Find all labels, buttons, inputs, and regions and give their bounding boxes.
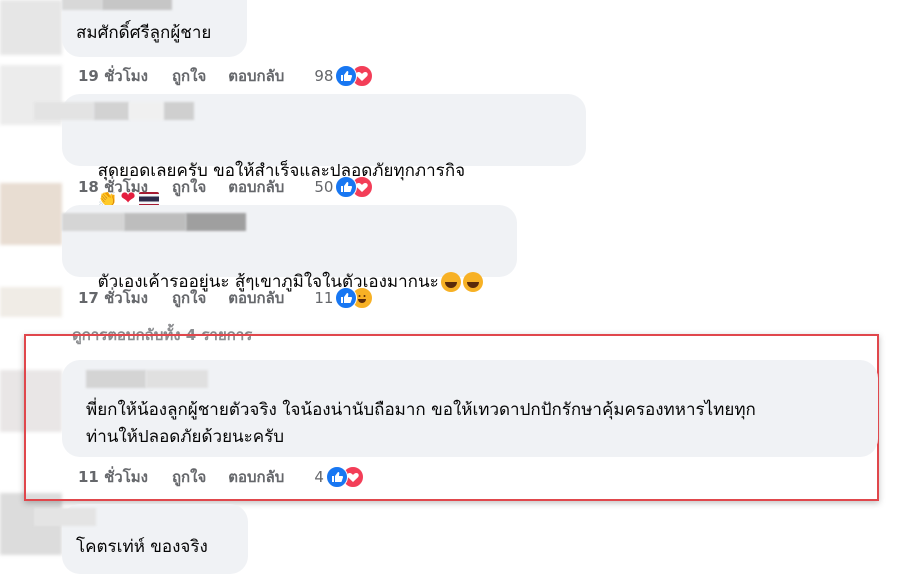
comment-actions: 11 ชั่วโมง ถูกใจ ตอบกลับ 4	[78, 465, 364, 489]
comment-text: ตัวเองเค้ารออยู่นะ สู้ๆเขาภูมิใจในตัวเอง…	[76, 242, 483, 323]
comment-text-line-2: ท่านให้ปลอดภัยด้วยนะครับ	[86, 427, 285, 447]
author-name-redacted[interactable]	[62, 213, 246, 231]
reply-button[interactable]: ตอบกลับ	[228, 286, 284, 310]
reply-button[interactable]: ตอบกลับ	[228, 465, 284, 489]
comment-timestamp[interactable]: 19 ชั่วโมง	[78, 64, 148, 88]
comment-bubble: สุดยอดเลยครับ ขอให้สำเร็จและปลอดภัยทุกภา…	[34, 94, 586, 209]
author-name-redacted[interactable]	[34, 508, 96, 526]
like-button[interactable]: ถูกใจ	[172, 64, 206, 88]
avatar[interactable]	[0, 287, 62, 317]
comment-timestamp[interactable]: 11 ชั่วโมง	[78, 465, 148, 489]
comment-actions: 19 ชั่วโมง ถูกใจ ตอบกลับ 98	[78, 64, 374, 88]
author-name-redacted[interactable]	[86, 370, 208, 388]
laughing-tears-emoji-icon	[440, 272, 461, 292]
laughing-tears-emoji-icon	[462, 272, 483, 292]
comment-text: สมศักดิ์ศรีลูกผู้ชาย	[76, 23, 212, 43]
comment-actions: 17 ชั่วโมง ถูกใจ ตอบกลับ 11	[78, 286, 374, 310]
author-name-redacted[interactable]	[62, 0, 172, 10]
comment-timestamp[interactable]: 17 ชั่วโมง	[78, 286, 148, 310]
comment-timestamp[interactable]: 18 ชั่วโมง	[78, 175, 148, 199]
avatar[interactable]	[0, 183, 62, 245]
comment-bubble: ตัวเองเค้ารออยู่นะ สู้ๆเขาภูมิใจในตัวเอง…	[62, 205, 517, 292]
reaction-count[interactable]: 98	[314, 67, 333, 85]
comment-bubble: สมศักดิ์ศรีลูกผู้ชาย	[62, 0, 247, 57]
avatar[interactable]	[0, 0, 62, 55]
like-button[interactable]: ถูกใจ	[172, 465, 206, 489]
like-button[interactable]: ถูกใจ	[172, 175, 206, 199]
comment-text: โคตรเท่ห์ ของจริง	[76, 537, 208, 557]
comment-text-line-1: พี่ยกให้น้องลูกผู้ชายตัวจริง ใจน้องน่านั…	[86, 400, 756, 420]
author-name-redacted[interactable]	[34, 102, 194, 120]
reply-button[interactable]: ตอบกลับ	[228, 64, 284, 88]
reaction-count[interactable]: 4	[314, 468, 324, 486]
reaction-count[interactable]: 11	[314, 289, 333, 307]
reaction-count[interactable]: 50	[314, 178, 333, 196]
like-button[interactable]: ถูกใจ	[172, 286, 206, 310]
reply-button[interactable]: ตอบกลับ	[228, 175, 284, 199]
comment-bubble: พี่ยกให้น้องลูกผู้ชายตัวจริง ใจน้องน่านั…	[62, 360, 878, 457]
like-icon[interactable]	[325, 466, 348, 488]
comment-actions: 18 ชั่วโมง ถูกใจ ตอบกลับ 50	[78, 175, 374, 199]
